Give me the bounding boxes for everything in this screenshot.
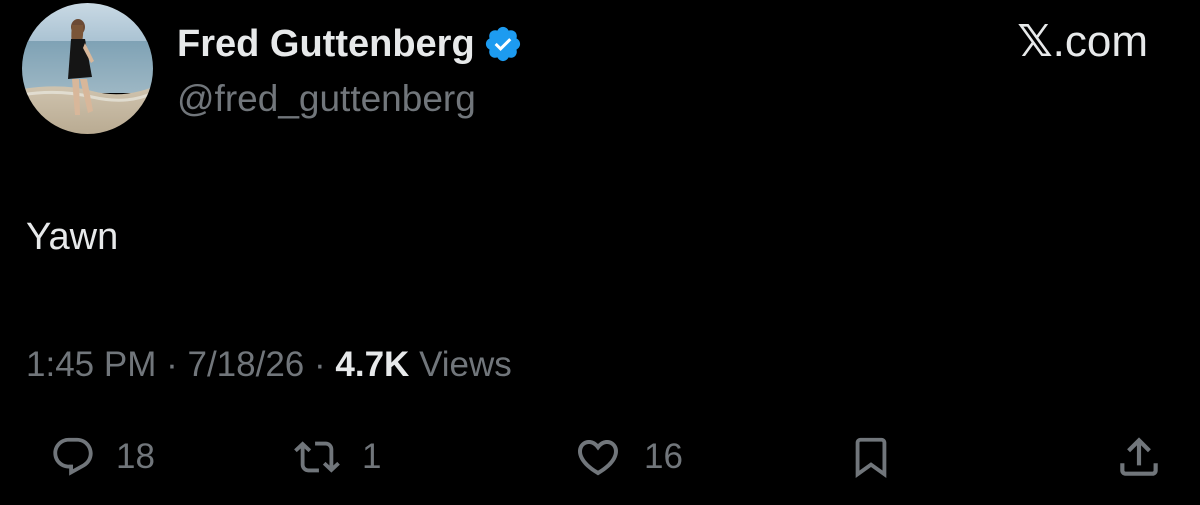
avatar-photo bbox=[22, 3, 153, 134]
meta-separator: · bbox=[314, 345, 326, 384]
repost-button[interactable]: 1 bbox=[292, 430, 381, 484]
tweet-text: Yawn bbox=[26, 216, 119, 258]
share-icon bbox=[1120, 437, 1158, 476]
watermark-suffix: .com bbox=[1052, 17, 1148, 66]
reply-icon bbox=[53, 437, 93, 476]
views-label: Views bbox=[419, 345, 512, 384]
views-count: 4.7K bbox=[335, 345, 410, 384]
x-logo-icon: 𝕏 bbox=[1017, 16, 1053, 67]
avatar[interactable] bbox=[22, 3, 153, 134]
like-count: 16 bbox=[644, 437, 683, 476]
tweet-date[interactable]: 7/18/26 bbox=[187, 345, 304, 384]
site-watermark: 𝕏.com bbox=[1017, 16, 1148, 68]
meta-separator: · bbox=[166, 345, 178, 384]
repost-icon bbox=[294, 441, 340, 473]
like-button[interactable]: 16 bbox=[572, 430, 683, 484]
author-handle[interactable]: @fred_guttenberg bbox=[177, 77, 476, 121]
tweet-time[interactable]: 1:45 PM bbox=[26, 345, 156, 384]
repost-count: 1 bbox=[362, 437, 382, 476]
author-display-name[interactable]: Fred Guttenberg bbox=[177, 22, 475, 66]
share-button[interactable] bbox=[1114, 430, 1164, 484]
reply-button[interactable]: 18 bbox=[50, 430, 155, 484]
tweet-meta: 1:45 PM · 7/18/26 · 4.7K Views bbox=[26, 343, 512, 387]
bookmark-button[interactable] bbox=[848, 430, 894, 484]
heart-icon bbox=[577, 440, 619, 476]
bookmark-icon bbox=[855, 437, 887, 478]
author-name-row[interactable]: Fred Guttenberg bbox=[177, 22, 523, 66]
reply-count: 18 bbox=[116, 437, 155, 476]
verified-badge-icon bbox=[483, 24, 523, 64]
